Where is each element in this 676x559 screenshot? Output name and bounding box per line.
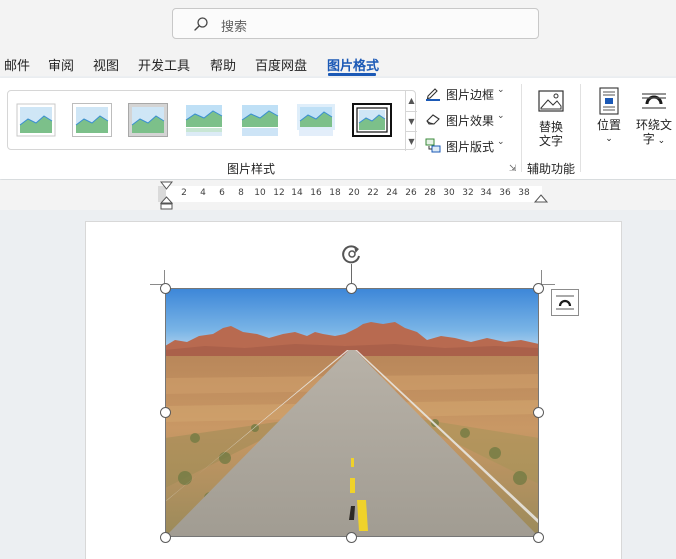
picture-layout-icon	[425, 138, 441, 153]
ruler-number: 14	[291, 188, 303, 198]
ribbon-panel: ▲ ▼ ▼ 图片样式 图片边框 ⌄ 图片效果 ⌄ 图片版式 ⌄ ⇲ 替换 文字 …	[0, 78, 676, 179]
alt-text-button[interactable]: 替换 文字	[530, 88, 572, 148]
wrap-text-label-line2: 字 ⌄	[633, 132, 675, 148]
search-icon	[194, 17, 208, 31]
tab-view[interactable]: 视图	[93, 55, 119, 74]
layout-options-button[interactable]	[551, 289, 579, 316]
picture-styles-gallery: ▲ ▼ ▼	[7, 90, 417, 151]
ruler-number: 20	[348, 188, 360, 198]
picture-style-glow[interactable]	[296, 103, 336, 137]
chevron-down-icon: ⌄	[605, 134, 613, 144]
ruler-number: 16	[310, 188, 322, 198]
picture-layout-button[interactable]: 图片版式 ⌄	[425, 136, 509, 156]
ribbon-tabs: 邮件 审阅 视图 开发工具 帮助 百度网盘 图片格式	[0, 46, 676, 76]
picture-style-reflection[interactable]	[184, 103, 224, 137]
crop-mark	[541, 270, 542, 284]
ruler-number: 24	[386, 188, 398, 198]
layout-options-icon	[556, 295, 574, 310]
ruler-number: 12	[273, 188, 285, 198]
group-divider	[580, 84, 581, 172]
picture-style-black-frame[interactable]	[352, 103, 392, 137]
gallery-scroll-down-icon[interactable]: ▼	[406, 111, 417, 130]
tab-review[interactable]: 审阅	[48, 55, 74, 74]
resize-handle-top-left[interactable]	[160, 283, 171, 294]
chevron-down-icon: ⌄	[497, 85, 505, 95]
resize-handle-top-right[interactable]	[533, 283, 544, 294]
wrap-text-label-line2-text: 字	[642, 132, 655, 146]
ruler-number: 30	[443, 188, 455, 198]
picture-style-gray-frame[interactable]	[128, 103, 168, 137]
alt-text-icon	[538, 90, 564, 112]
group-divider	[521, 84, 522, 172]
ruler-number: 8	[238, 188, 244, 198]
ruler-number: 22	[367, 188, 379, 198]
ruler-number: 4	[200, 188, 206, 198]
chevron-down-icon: ⌄	[497, 111, 505, 121]
picture-styles-group-label: 图片样式	[227, 162, 276, 176]
ruler-number: 32	[462, 188, 474, 198]
position-label: 位置	[596, 118, 621, 132]
resize-handle-bottom[interactable]	[346, 532, 357, 543]
ruler-number: 18	[329, 188, 341, 198]
resize-handle-bottom-left[interactable]	[160, 532, 171, 543]
chevron-down-icon: ⌄	[654, 136, 666, 146]
picture-border-button[interactable]: 图片边框 ⌄	[425, 84, 509, 104]
ruler-number: 36	[499, 188, 511, 198]
crop-mark	[164, 270, 165, 284]
pen-border-icon	[426, 88, 440, 101]
gallery-scrollbar: ▲ ▼ ▼	[405, 91, 417, 151]
picture-layout-label: 图片版式	[446, 140, 495, 154]
picture-style-white-frame[interactable]	[72, 103, 112, 137]
search-box[interactable]: 搜索	[172, 8, 539, 39]
search-label: 搜索	[221, 20, 248, 35]
wrap-text-button[interactable]: 环绕文 字 ⌄	[633, 86, 675, 148]
rotate-stem	[351, 264, 352, 284]
position-icon	[599, 87, 619, 115]
tab-picture-format[interactable]: 图片格式	[327, 55, 379, 74]
active-tab-indicator	[328, 73, 376, 76]
ruler-number: 34	[480, 188, 492, 198]
picture-style-soft-edge[interactable]	[240, 103, 280, 137]
ruler-number: 10	[254, 188, 266, 198]
gallery-more-icon[interactable]: ▼	[406, 131, 417, 150]
tab-mailings[interactable]: 邮件	[4, 55, 30, 74]
ruler-number: 28	[424, 188, 436, 198]
alt-text-label-line2: 文字	[538, 134, 563, 148]
horizontal-ruler[interactable]: 2 4 6 8 10 12 14 16 18 20 22 24 26 28 30…	[166, 186, 542, 202]
ruler-number: 26	[405, 188, 417, 198]
right-indent-marker[interactable]	[534, 194, 548, 204]
dialog-launcher-icon[interactable]: ⇲	[509, 165, 518, 174]
tab-baidu-netdisk[interactable]: 百度网盘	[255, 55, 307, 74]
accessibility-group-label: 辅助功能	[527, 162, 576, 176]
picture-effects-label: 图片效果	[446, 114, 495, 128]
effects-eraser-icon	[426, 114, 440, 125]
wrap-text-icon	[642, 93, 666, 109]
picture-border-label: 图片边框	[446, 88, 495, 102]
ruler-number: 38	[518, 188, 530, 198]
hanging-indent-marker[interactable]	[160, 196, 173, 210]
resize-handle-left[interactable]	[160, 407, 171, 418]
ruler-number: 2	[181, 188, 187, 198]
picture-style-simple-frame[interactable]	[16, 103, 56, 137]
title-bar: 搜索	[0, 0, 676, 46]
picture-effects-button[interactable]: 图片效果 ⌄	[425, 110, 509, 130]
resize-handle-top[interactable]	[346, 283, 357, 294]
resize-handle-bottom-right[interactable]	[533, 532, 544, 543]
tab-developer[interactable]: 开发工具	[138, 55, 190, 74]
rotate-icon[interactable]	[340, 242, 364, 266]
alt-text-label-line1: 替换	[538, 120, 563, 134]
chevron-down-icon: ⌄	[497, 137, 505, 147]
gallery-scroll-up-icon[interactable]: ▲	[406, 91, 417, 110]
first-line-indent-marker[interactable]	[160, 181, 173, 191]
wrap-text-label-line1: 环绕文	[635, 118, 672, 132]
resize-handle-right[interactable]	[533, 407, 544, 418]
selected-picture-desert-road[interactable]	[165, 288, 539, 537]
tab-help[interactable]: 帮助	[210, 55, 236, 74]
ruler-number: 6	[219, 188, 225, 198]
position-button[interactable]: 位置 ⌄	[590, 86, 628, 146]
